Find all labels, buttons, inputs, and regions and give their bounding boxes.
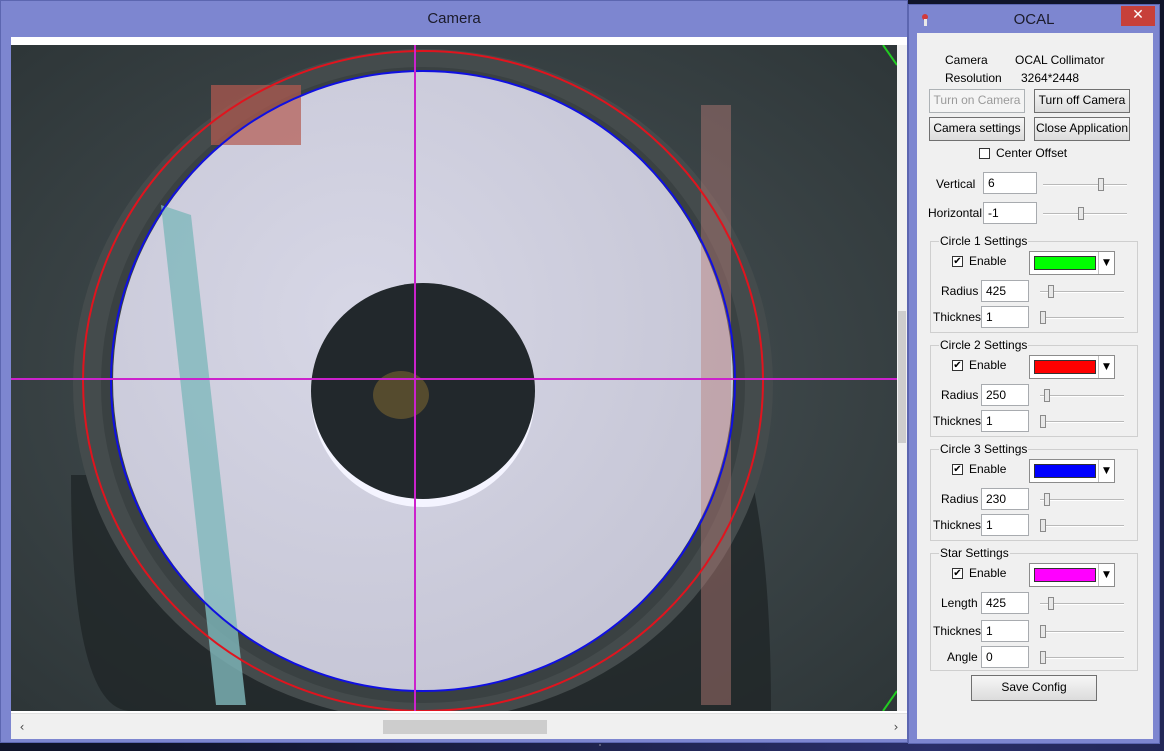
circle3-thickness-label: Thickness bbox=[933, 518, 988, 532]
circle2-radius-slider[interactable] bbox=[1040, 389, 1124, 403]
chevron-down-icon[interactable]: ▼ bbox=[1098, 564, 1114, 586]
close-application-button[interactable]: Close Application bbox=[1034, 117, 1130, 141]
circle1-settings-group: Circle 1 Settings ✔ Enable ▼ Radius 425 … bbox=[930, 234, 1138, 333]
circle2-thickness-label: Thickness bbox=[933, 414, 988, 428]
star-thickness-label: Thickness bbox=[933, 624, 988, 638]
close-icon[interactable]: ✕ bbox=[1121, 6, 1155, 26]
star-length-input[interactable]: 425 bbox=[981, 592, 1029, 614]
scroll-right-icon[interactable]: › bbox=[887, 714, 905, 740]
circle2-settings-group: Circle 2 Settings ✔ Enable ▼ Radius 250 … bbox=[930, 338, 1138, 437]
circle1-thickness-slider[interactable] bbox=[1040, 311, 1124, 325]
circle2-enable-checkbox[interactable]: ✔ bbox=[952, 360, 963, 371]
center-offset-checkbox[interactable] bbox=[979, 148, 990, 159]
horizontal-slider[interactable] bbox=[1043, 207, 1127, 221]
horizontal-scroll-thumb[interactable] bbox=[383, 720, 547, 734]
ocal-client-area: Camera OCAL Collimator Resolution 3264*2… bbox=[917, 33, 1153, 739]
circle1-color-swatch bbox=[1034, 256, 1096, 270]
star-length-label: Length bbox=[941, 596, 978, 610]
circle1-radius-label: Radius bbox=[941, 284, 979, 298]
circle2-thickness-input[interactable]: 1 bbox=[981, 410, 1029, 432]
camera-value: OCAL Collimator bbox=[1015, 53, 1105, 67]
vertical-scrollbar[interactable] bbox=[897, 45, 907, 711]
star-angle-label: Angle bbox=[947, 650, 978, 664]
circle2-color-swatch bbox=[1034, 360, 1096, 374]
circle3-thickness-input[interactable]: 1 bbox=[981, 514, 1029, 536]
star-thickness-input[interactable]: 1 bbox=[981, 620, 1029, 642]
circle2-radius-input[interactable]: 250 bbox=[981, 384, 1029, 406]
center-offset-label: Center Offset bbox=[996, 146, 1068, 160]
circle3-radius-label: Radius bbox=[941, 492, 979, 506]
circle3-radius-slider[interactable] bbox=[1040, 493, 1124, 507]
circle1-color-dropdown[interactable]: ▼ bbox=[1029, 251, 1115, 275]
circle1-radius-slider[interactable] bbox=[1040, 285, 1124, 299]
chevron-down-icon[interactable]: ▼ bbox=[1098, 460, 1114, 482]
circle1-radius-input[interactable]: 425 bbox=[981, 280, 1029, 302]
star-settings-title: Star Settings bbox=[939, 546, 1010, 560]
camera-settings-button[interactable]: Camera settings bbox=[929, 117, 1025, 141]
circle3-enable-label: Enable bbox=[969, 462, 1007, 476]
circle3-enable-checkbox[interactable]: ✔ bbox=[952, 464, 963, 475]
circle3-color-swatch bbox=[1034, 464, 1096, 478]
ocal-window: OCAL ✕ Camera OCAL Collimator Resolution… bbox=[908, 4, 1160, 744]
circle2-radius-label: Radius bbox=[941, 388, 979, 402]
camera-window: Camera ‹ › bbox=[0, 0, 908, 743]
turn-off-camera-button[interactable]: Turn off Camera bbox=[1034, 89, 1130, 113]
horizontal-label: Horizontal bbox=[928, 206, 983, 220]
star-settings-group: Star Settings ✔ Enable ▼ Length 425 Thic… bbox=[930, 546, 1138, 671]
camera-feed bbox=[11, 45, 897, 711]
resolution-label: Resolution bbox=[945, 71, 1002, 85]
scroll-left-icon[interactable]: ‹ bbox=[13, 714, 31, 740]
star-length-slider[interactable] bbox=[1040, 597, 1124, 611]
star-thickness-slider[interactable] bbox=[1040, 625, 1124, 639]
camera-label: Camera bbox=[945, 53, 988, 67]
star-color-swatch bbox=[1034, 568, 1096, 582]
circle3-radius-input[interactable]: 230 bbox=[981, 488, 1029, 510]
resolution-value: 3264*2448 bbox=[1021, 71, 1080, 85]
circle1-thickness-input[interactable]: 1 bbox=[981, 306, 1029, 328]
circle2-thickness-slider[interactable] bbox=[1040, 415, 1124, 429]
camera-window-title[interactable]: Camera bbox=[1, 1, 907, 37]
circle3-settings-title: Circle 3 Settings bbox=[939, 442, 1029, 456]
vertical-input[interactable]: 6 bbox=[983, 172, 1037, 194]
camera-image bbox=[11, 45, 897, 711]
star-color-dropdown[interactable]: ▼ bbox=[1029, 563, 1115, 587]
star-angle-slider[interactable] bbox=[1040, 651, 1124, 665]
vertical-scroll-thumb[interactable] bbox=[898, 311, 906, 443]
circle2-enable-label: Enable bbox=[969, 358, 1007, 372]
horizontal-input[interactable]: -1 bbox=[983, 202, 1037, 224]
camera-client-area: ‹ › bbox=[11, 37, 907, 739]
circle3-color-dropdown[interactable]: ▼ bbox=[1029, 459, 1115, 483]
chevron-down-icon[interactable]: ▼ bbox=[1098, 356, 1114, 378]
star-enable-checkbox[interactable]: ✔ bbox=[952, 568, 963, 579]
star-enable-label: Enable bbox=[969, 566, 1007, 580]
star-angle-input[interactable]: 0 bbox=[981, 646, 1029, 668]
vertical-label: Vertical bbox=[936, 177, 976, 191]
circle1-enable-checkbox[interactable]: ✔ bbox=[952, 256, 963, 267]
horizontal-scrollbar[interactable]: ‹ › bbox=[11, 713, 907, 739]
circle2-color-dropdown[interactable]: ▼ bbox=[1029, 355, 1115, 379]
chevron-down-icon[interactable]: ▼ bbox=[1098, 252, 1114, 274]
circle2-settings-title: Circle 2 Settings bbox=[939, 338, 1029, 352]
circle3-settings-group: Circle 3 Settings ✔ Enable ▼ Radius 230 … bbox=[930, 442, 1138, 541]
circle3-thickness-slider[interactable] bbox=[1040, 519, 1124, 533]
circle1-settings-title: Circle 1 Settings bbox=[939, 234, 1029, 248]
circle1-thickness-label: Thickness bbox=[933, 310, 988, 324]
circle1-enable-label: Enable bbox=[969, 254, 1007, 268]
save-config-button[interactable]: Save Config bbox=[971, 675, 1097, 701]
vertical-slider[interactable] bbox=[1043, 178, 1127, 192]
turn-on-camera-button[interactable]: Turn on Camera bbox=[929, 89, 1025, 113]
